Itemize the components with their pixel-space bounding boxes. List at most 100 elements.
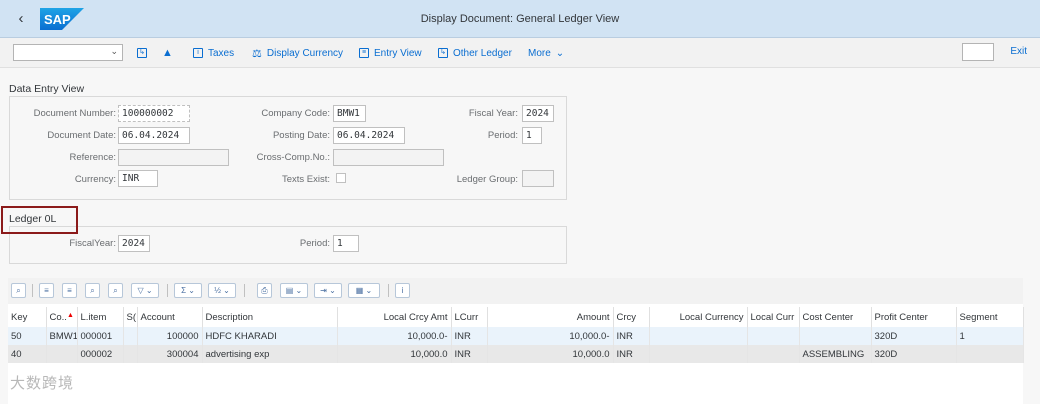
column-header[interactable]: LCurr bbox=[451, 307, 488, 327]
column-header[interactable]: Local Crcy Amt bbox=[337, 307, 452, 327]
taxes-label: Taxes bbox=[208, 47, 235, 59]
watermark: 大数跨境 bbox=[10, 375, 75, 392]
period-label: Period: bbox=[487, 130, 518, 141]
company-code-label: Company Code: bbox=[261, 108, 330, 119]
chevron-down-icon: ⌄ bbox=[555, 47, 565, 59]
currency-label: Currency: bbox=[74, 174, 116, 185]
table-cell bbox=[649, 327, 748, 345]
align-bottom-icon[interactable]: ≡ bbox=[62, 283, 77, 298]
document-date-field[interactable]: 06.04.2024 bbox=[118, 127, 190, 144]
toolbar-doc-button[interactable]: ↳ bbox=[137, 46, 147, 60]
info-icon[interactable]: i bbox=[395, 283, 410, 298]
column-header[interactable]: Account bbox=[137, 307, 203, 327]
align-top-icon[interactable]: ≡ bbox=[39, 283, 54, 298]
column-header[interactable]: Crcy bbox=[613, 307, 650, 327]
ledger-group-field[interactable] bbox=[522, 170, 554, 187]
subtotal-icon[interactable]: ½ ⌄ bbox=[208, 283, 236, 298]
exit-button[interactable]: Exit bbox=[1010, 46, 1027, 57]
table-cell: 320D bbox=[871, 345, 957, 363]
column-header[interactable]: Co..▲ bbox=[46, 307, 78, 327]
more-label: More bbox=[528, 47, 551, 59]
column-header[interactable]: Local Curr bbox=[747, 307, 800, 327]
table-cell: 40 bbox=[8, 345, 47, 363]
balance-icon: ⚖ bbox=[252, 47, 262, 60]
table-cell: BMW1 bbox=[46, 327, 78, 345]
reference-field[interactable] bbox=[118, 149, 229, 166]
cross-comp-field[interactable] bbox=[333, 149, 444, 166]
column-header[interactable]: Profit Center bbox=[871, 307, 957, 327]
column-header[interactable]: L.item bbox=[77, 307, 124, 327]
posting-date-field[interactable]: 06.04.2024 bbox=[333, 127, 405, 144]
column-header[interactable]: Key bbox=[8, 307, 47, 327]
document-icon: ↳ bbox=[137, 48, 147, 58]
entry-view-label: Entry View bbox=[374, 47, 422, 59]
find-next-icon[interactable]: ⌕ bbox=[108, 283, 123, 298]
table-cell: 1 bbox=[956, 327, 1024, 345]
table-cell: INR bbox=[451, 345, 488, 363]
table-cell: INR bbox=[451, 327, 488, 345]
table-cell bbox=[956, 345, 1024, 363]
export-icon[interactable]: ⇥ ⌄ bbox=[314, 283, 342, 298]
column-header[interactable]: S( bbox=[123, 307, 138, 327]
texts-exist-label: Texts Exist: bbox=[281, 174, 330, 185]
column-header[interactable]: Cost Center bbox=[799, 307, 872, 327]
ledger-icon: ↳ bbox=[438, 48, 448, 58]
data-entry-view-title: Data Entry View bbox=[9, 83, 85, 95]
filter-icon[interactable]: ▽ ⌄ bbox=[131, 283, 159, 298]
display-currency-button[interactable]: ⚖ Display Currency bbox=[252, 46, 343, 60]
separator bbox=[32, 284, 33, 297]
cross-comp-label: Cross-Comp.No.: bbox=[256, 152, 330, 163]
layout-icon[interactable]: ▦ ⌄ bbox=[348, 283, 380, 298]
table-row[interactable]: 40 000002 300004 advertising exp 10,000.… bbox=[8, 345, 1024, 363]
table-cell: 50 bbox=[8, 327, 47, 345]
application-toolbar: ⌄ ↳ ▲ i Taxes ⚖ Display Currency ≡ Entry Vi… bbox=[0, 38, 1040, 68]
toolbar-hat-button[interactable]: ▲ bbox=[162, 46, 173, 60]
ledger-title: Ledger 0L bbox=[9, 213, 57, 225]
column-header[interactable]: Amount bbox=[487, 307, 614, 327]
ledger-group-label: Ledger Group: bbox=[456, 174, 518, 185]
table-cell: 100000 bbox=[137, 327, 203, 345]
shell-bar: ‹ SAP Display Document: General Ledger V… bbox=[0, 0, 1040, 38]
display-currency-label: Display Currency bbox=[266, 47, 344, 59]
sum-icon[interactable]: Σ ⌄ bbox=[174, 283, 202, 298]
more-menu-button[interactable]: More ⌄ bbox=[528, 46, 564, 60]
entry-view-button[interactable]: ≡ Entry View bbox=[359, 46, 422, 60]
table-cell: 10,000.0- bbox=[337, 327, 452, 345]
period-field[interactable]: 1 bbox=[522, 127, 542, 144]
column-header[interactable]: Description bbox=[202, 307, 338, 327]
hat-icon: ▲ bbox=[162, 47, 173, 59]
chevron-down-icon: ⌄ bbox=[110, 46, 118, 56]
line-items-table: Key Co..▲ L.item S( Account Description … bbox=[8, 307, 1024, 363]
ledger-period-field[interactable]: 1 bbox=[333, 235, 359, 252]
table-cell: INR bbox=[613, 327, 650, 345]
separator bbox=[167, 284, 168, 297]
table-cell bbox=[747, 345, 800, 363]
other-ledger-button[interactable]: ↳ Other Ledger bbox=[438, 46, 512, 60]
table-cell: 300004 bbox=[137, 345, 203, 363]
table-row[interactable]: 50 BMW1 000001 100000 HDFC KHARADI 10,00… bbox=[8, 327, 1024, 345]
print-icon[interactable]: ⎙ bbox=[257, 283, 272, 298]
company-code-field[interactable]: BMW1 bbox=[333, 105, 366, 122]
table-cell: 10,000.0 bbox=[487, 345, 614, 363]
currency-field[interactable]: INR bbox=[118, 170, 158, 187]
ledger-fiscal-year-field[interactable]: 2024 bbox=[118, 235, 150, 252]
taxes-button[interactable]: i Taxes bbox=[193, 46, 234, 60]
column-header[interactable]: Local Currency bbox=[649, 307, 748, 327]
texts-exist-checkbox[interactable] bbox=[336, 173, 346, 183]
table-cell bbox=[123, 345, 138, 363]
table-cell: advertising exp bbox=[202, 345, 338, 363]
table-cell: 000002 bbox=[77, 345, 124, 363]
other-ledger-label: Other Ledger bbox=[453, 47, 512, 59]
column-header[interactable]: Segment bbox=[956, 307, 1024, 327]
command-field[interactable]: ⌄ bbox=[13, 44, 123, 61]
document-number-field[interactable]: 100000002 bbox=[118, 105, 190, 122]
table-cell: ASSEMBLING bbox=[799, 345, 872, 363]
table-cell: 320D bbox=[871, 327, 957, 345]
fiscal-year-field[interactable]: 2024 bbox=[522, 105, 554, 122]
view-icon[interactable]: ▤ ⌄ bbox=[280, 283, 308, 298]
table-cell: INR bbox=[613, 345, 650, 363]
grid-toolbar: ⌕ ≡ ≡ ⌕ ⌕ ▽ ⌄ Σ ⌄ ½ ⌄ ⎙ ▤ ⌄ ⇥ ⌄ ▦ ⌄ i bbox=[8, 278, 1023, 304]
screen-settings-button[interactable] bbox=[962, 43, 994, 61]
find-icon[interactable]: ⌕ bbox=[85, 283, 100, 298]
zoom-icon[interactable]: ⌕ bbox=[11, 283, 26, 298]
